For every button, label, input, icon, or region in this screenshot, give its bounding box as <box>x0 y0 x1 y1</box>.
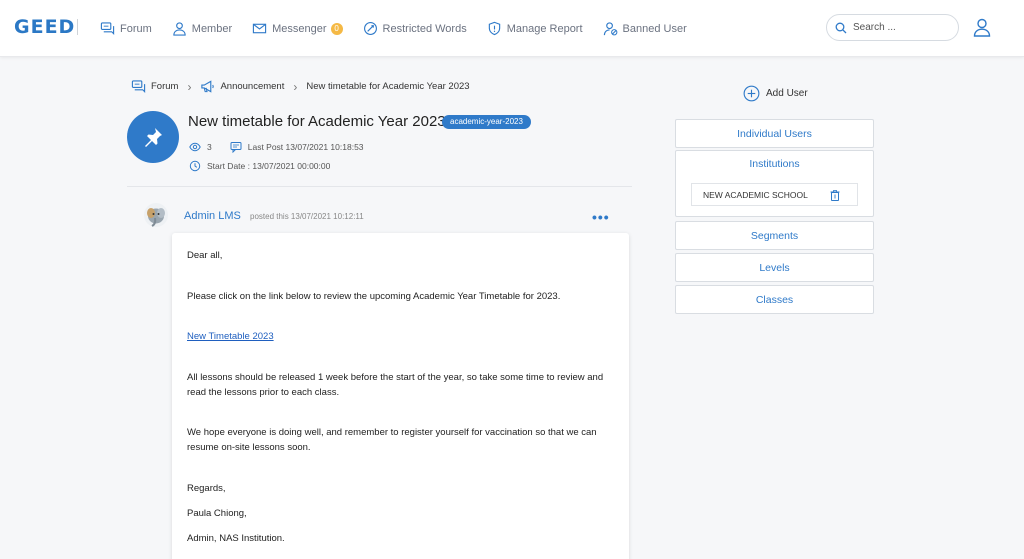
breadcrumb-label: Announcement <box>220 81 285 92</box>
nav-item-label: Manage Report <box>506 22 583 35</box>
post-paragraph-2: All lessons should be released 1 week be… <box>187 372 604 398</box>
last-post-time: Last Post 13/07/2021 10:18:53 <box>247 142 364 152</box>
breadcrumb: Forum › Announcement › New timetable for… <box>131 79 470 94</box>
plus-circle-icon <box>743 85 760 102</box>
institutions-button[interactable]: Institutions <box>676 158 873 170</box>
logo-divider <box>77 19 78 35</box>
institutions-section: Institutions NEW ACADEMIC SCHOOL <box>675 150 874 217</box>
individual-users-button[interactable]: Individual Users <box>675 119 874 148</box>
nav-item-label: Messenger <box>272 22 327 35</box>
nav-item-label: Restricted Words <box>382 22 467 35</box>
eye-icon <box>189 142 201 152</box>
user-profile-icon[interactable] <box>972 17 992 37</box>
author-avatar[interactable] <box>143 202 169 228</box>
forum-icon <box>131 80 146 94</box>
post-timestamp: posted this 13/07/2021 10:12:11 <box>250 212 364 221</box>
classes-button[interactable]: Classes <box>675 285 874 314</box>
trash-icon[interactable] <box>830 190 840 201</box>
nav-item-banned-user[interactable]: Banned User <box>603 21 687 36</box>
nav-item-forum[interactable]: Forum <box>100 21 152 36</box>
search-icon <box>835 22 847 33</box>
post-signature-name: Paula Chiong, <box>187 508 247 519</box>
breadcrumb-item-announcement[interactable]: Announcement <box>200 79 284 94</box>
messenger-count-badge: 0 <box>330 22 343 35</box>
institution-item: NEW ACADEMIC SCHOOL <box>691 183 858 206</box>
breadcrumb-item-forum[interactable]: Forum <box>131 79 178 94</box>
nav-item-manage-report[interactable]: Manage Report <box>487 21 583 36</box>
chevron-right-icon: › <box>187 79 192 94</box>
thread-tag[interactable]: academic-year-2023 <box>442 115 531 129</box>
post-paragraph-3: We hope everyone is doing well, and reme… <box>187 427 597 453</box>
search-box[interactable] <box>826 14 959 41</box>
thread-title: New timetable for Academic Year 2023 <box>188 113 446 130</box>
segments-button[interactable]: Segments <box>675 221 874 250</box>
member-icon <box>173 22 186 36</box>
add-user-button[interactable]: Add User <box>743 85 808 102</box>
post-greeting: Dear all, <box>187 250 223 261</box>
comment-icon <box>230 142 242 153</box>
thread-pin-avatar <box>127 111 179 163</box>
thread-stats-row: 3 Last Post 13/07/2021 10:18:53 <box>189 141 364 153</box>
app-logo[interactable]: GEED <box>14 16 75 38</box>
banned-user-icon <box>603 22 617 36</box>
nav-item-label: Banned User <box>622 22 687 35</box>
breadcrumb-label: Forum <box>151 81 179 92</box>
more-options-icon[interactable]: ••• <box>592 209 610 225</box>
main-nav: Forum Member Messenger 0 Restricted Word… <box>100 0 707 57</box>
post-link-paragraph: New Timetable 2023 <box>187 329 617 344</box>
levels-button[interactable]: Levels <box>675 253 874 282</box>
thread-divider <box>127 186 632 187</box>
add-user-label: Add User <box>766 88 808 99</box>
post-signature-title: Admin, NAS Institution. <box>187 533 285 544</box>
post-paragraph-1: Please click on the link below to review… <box>187 291 561 302</box>
mail-icon <box>252 23 267 34</box>
chevron-right-icon: › <box>293 79 298 94</box>
nav-item-label: Forum <box>120 22 152 35</box>
pin-icon <box>145 128 162 147</box>
institution-name: NEW ACADEMIC SCHOOL <box>703 189 808 200</box>
nav-item-messenger[interactable]: Messenger 0 <box>252 21 343 36</box>
clock-icon <box>189 160 201 172</box>
forum-icon <box>100 22 115 36</box>
breadcrumb-label: New timetable for Academic Year 2023 <box>306 81 470 92</box>
megaphone-icon <box>201 80 215 93</box>
timetable-link[interactable]: New Timetable 2023 <box>187 331 274 342</box>
top-navigation-bar: GEED Forum Member Messenger 0 Restricted… <box>0 0 1024 57</box>
start-date: Start Date : 13/07/2021 00:00:00 <box>207 161 331 171</box>
post-signoff: Regards, <box>187 483 226 494</box>
nav-item-restricted-words[interactable]: Restricted Words <box>363 21 467 36</box>
search-input[interactable] <box>853 22 948 33</box>
post-body-card: Dear all, Please click on the link below… <box>172 233 629 559</box>
thread-start-row: Start Date : 13/07/2021 00:00:00 <box>189 160 330 172</box>
breadcrumb-item-current: New timetable for Academic Year 2023 <box>306 81 469 92</box>
nav-item-label: Member <box>191 22 233 35</box>
post-author-name[interactable]: Admin LMS <box>184 210 241 222</box>
shield-icon <box>488 21 500 36</box>
nav-item-member[interactable]: Member <box>172 21 232 36</box>
view-count: 3 <box>207 142 212 152</box>
restricted-icon <box>363 22 377 35</box>
